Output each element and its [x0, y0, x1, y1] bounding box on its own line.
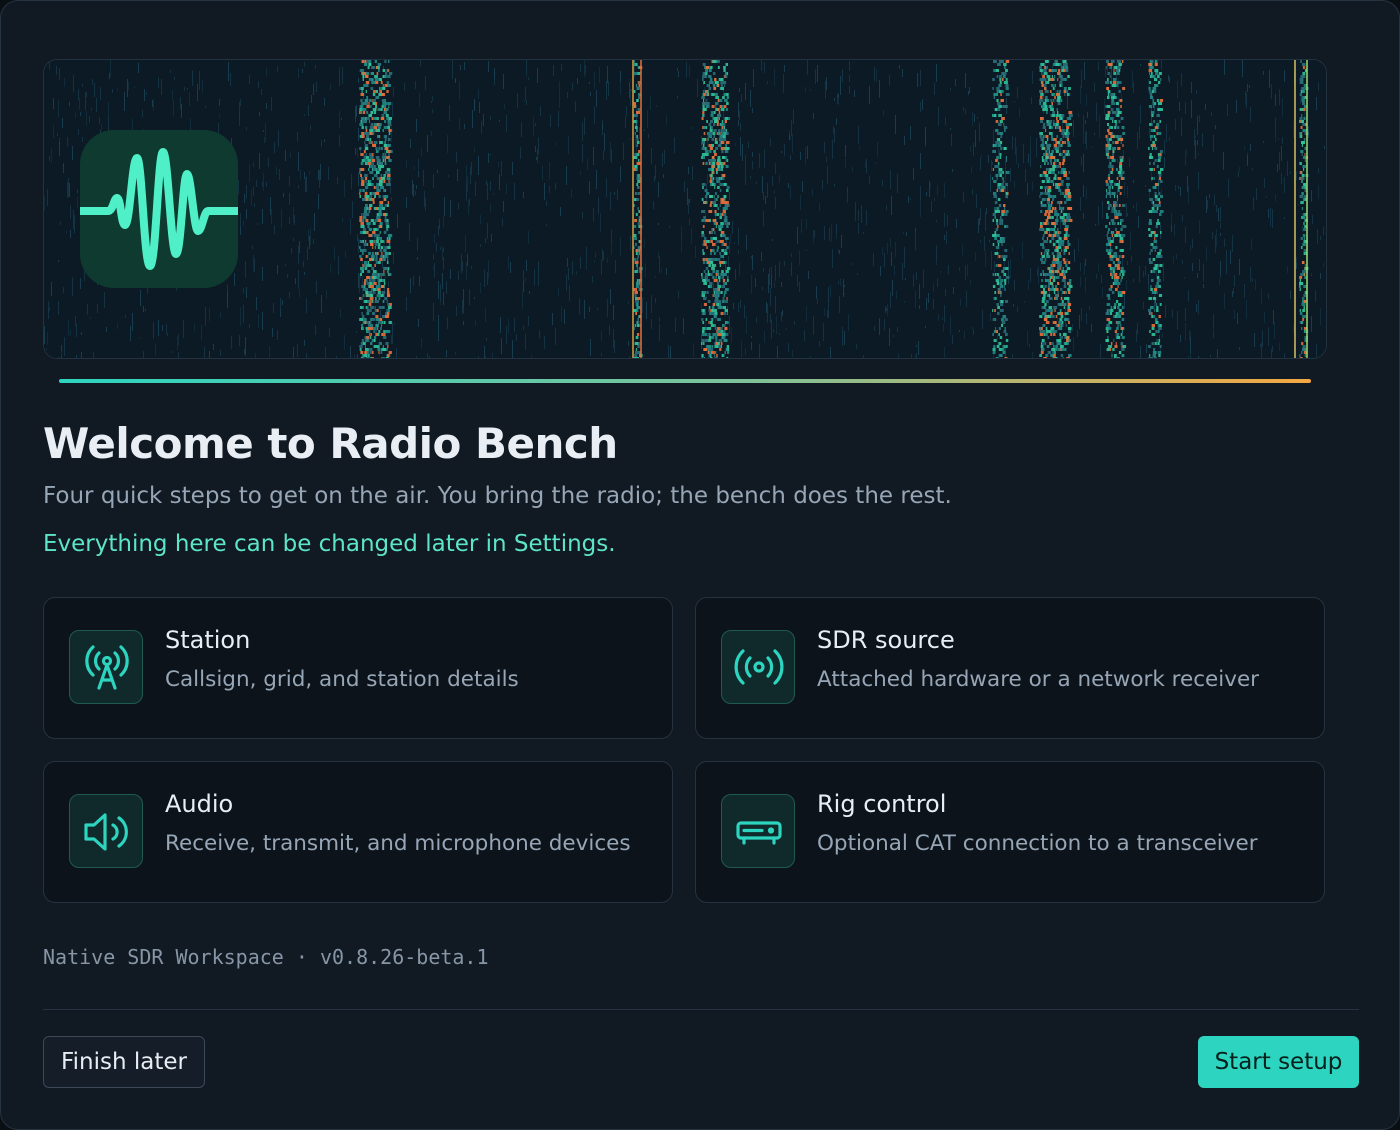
page-subtitle: Four quick steps to get on the air. You … [43, 483, 952, 509]
antenna-tower-icon [69, 630, 143, 704]
start-setup-button[interactable]: Start setup [1198, 1036, 1359, 1088]
broadcast-icon [721, 630, 795, 704]
step-card-rig-control[interactable]: Rig control Optional CAT connection to a… [695, 761, 1325, 903]
step-description: Receive, transmit, and microphone device… [165, 831, 631, 856]
finish-later-button[interactable]: Finish later [43, 1036, 205, 1088]
waveform-icon [80, 130, 238, 288]
step-description: Attached hardware or a network receiver [817, 667, 1260, 692]
waterfall-banner [43, 59, 1327, 359]
version-label: Native SDR Workspace · v0.8.26-beta.1 [43, 945, 489, 969]
speaker-icon [69, 794, 143, 868]
step-card-audio[interactable]: Audio Receive, transmit, and microphone … [43, 761, 673, 903]
radio-device-icon [721, 794, 795, 868]
step-card-station[interactable]: Station Callsign, grid, and station deta… [43, 597, 673, 739]
step-title: Station [165, 626, 251, 654]
accent-divider [59, 379, 1311, 383]
welcome-dialog: Welcome to Radio Bench Four quick steps … [0, 0, 1400, 1130]
step-title: Audio [165, 790, 234, 818]
step-title: Rig control [817, 790, 947, 818]
step-description: Optional CAT connection to a transceiver [817, 831, 1258, 856]
step-title: SDR source [817, 626, 955, 654]
page-title: Welcome to Radio Bench [43, 419, 618, 468]
step-card-sdr-source[interactable]: SDR source Attached hardware or a networ… [695, 597, 1325, 739]
settings-hint: Everything here can be changed later in … [43, 531, 616, 557]
footer-divider [43, 1009, 1359, 1010]
step-description: Callsign, grid, and station details [165, 667, 519, 692]
